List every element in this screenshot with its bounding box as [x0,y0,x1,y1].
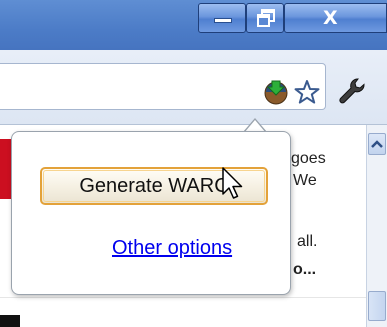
window-title-bar: X [0,0,387,50]
close-icon: X [323,7,338,29]
page-red-accent [0,139,11,199]
page-text-line: goes [291,150,326,167]
close-button[interactable]: X [284,3,387,33]
scroll-thumb[interactable] [368,291,386,321]
wrench-icon[interactable] [337,76,367,106]
scroll-up-button[interactable] [368,133,386,155]
restore-button[interactable] [246,3,284,33]
divider [0,297,366,298]
browser-toolbar [0,50,387,125]
page-dark-block [0,315,20,327]
page-text-line: all. [297,233,318,250]
other-options-link[interactable]: Other options [112,237,232,260]
extension-popup: Generate WARC Other options [11,131,291,295]
vertical-scrollbar[interactable] [366,125,387,327]
page-text-line: o... [293,261,317,278]
restore-icon [257,9,275,27]
mouse-cursor-icon [222,167,243,199]
star-icon[interactable] [293,78,321,106]
chevron-up-icon [371,140,383,148]
page-text-line: We [293,172,317,189]
minimize-icon [214,18,232,23]
minimize-button[interactable] [198,3,246,33]
warc-extension-icon[interactable] [263,79,289,105]
